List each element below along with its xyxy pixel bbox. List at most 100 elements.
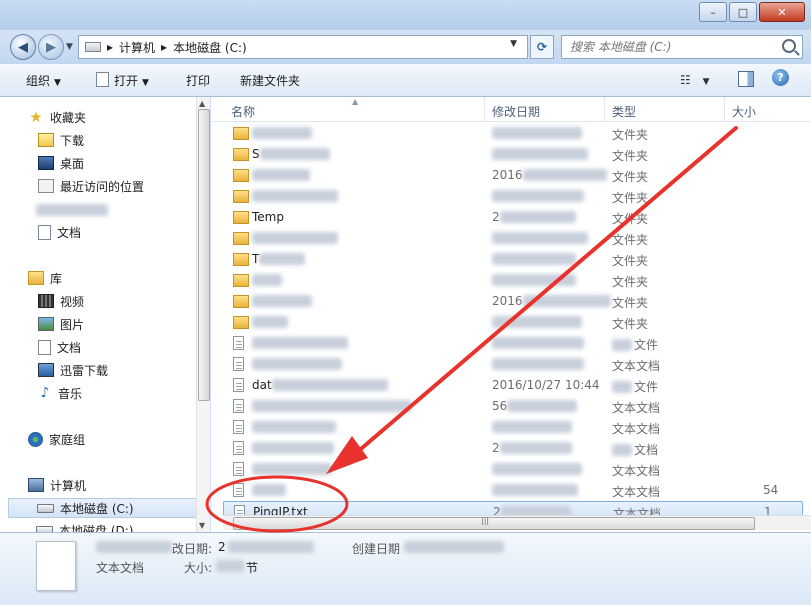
redacted-text — [271, 379, 388, 391]
file-type-text: 文件夹 — [612, 212, 649, 226]
breadcrumb-local-disk-c[interactable]: 本地磁盘 (C:) — [173, 39, 247, 56]
file-date: 2016 — [492, 168, 607, 182]
maximize-button[interactable]: □ — [729, 2, 757, 22]
text-file-icon — [233, 399, 244, 413]
file-name — [252, 315, 292, 329]
file-date-text: 2 — [492, 210, 500, 224]
file-date — [492, 315, 582, 329]
redacted-text — [252, 421, 336, 433]
horizontal-scrollbar[interactable]: ||| — [223, 515, 811, 530]
file-row[interactable]: 文本文档 — [223, 354, 803, 375]
file-row[interactable]: 文件夹 — [223, 228, 803, 249]
back-arrow-icon: ◀ — [18, 39, 28, 55]
column-header-size[interactable]: 大小 — [732, 103, 756, 120]
file-date: 2016/10/27 10:44 — [492, 378, 600, 392]
breadcrumb-computer[interactable]: 计算机 — [119, 39, 155, 56]
redacted-text — [259, 148, 330, 160]
redacted-text — [252, 442, 334, 454]
file-row[interactable]: 文本文档 — [223, 417, 803, 438]
scrollbar-thumb[interactable] — [233, 517, 755, 530]
file-row[interactable]: dat 2016/10/27 10:44 文件 — [223, 375, 803, 396]
drive-icon — [85, 42, 101, 52]
scrollbar-thumb[interactable] — [198, 109, 210, 401]
redacted-text — [252, 295, 312, 307]
nav-libraries[interactable]: 库 — [28, 268, 222, 288]
address-history-dropdown[interactable]: ▼ — [510, 39, 517, 49]
file-row[interactable]: Temp 2 文件夹 — [223, 207, 803, 228]
file-row[interactable]: 文件夹 — [223, 186, 803, 207]
view-list-icon: ☷ — [680, 73, 691, 87]
address-bar[interactable]: ▸ 计算机 ▸ 本地磁盘 (C:) ▼ — [78, 35, 528, 59]
change-view-button[interactable]: ☷ ▼ — [680, 73, 710, 87]
help-button[interactable]: ? — [772, 69, 789, 86]
command-bar: 组织 ▼ 打开 ▼ 打印 新建文件夹 ☷ ▼ ? — [0, 64, 811, 97]
nav-label: 迅雷下载 — [60, 363, 109, 378]
column-divider[interactable] — [604, 97, 605, 121]
file-row[interactable]: 56 文本文档 — [223, 396, 803, 417]
file-type-text: 文本文档 — [612, 401, 661, 415]
document-icon — [38, 224, 51, 240]
nav-label: 图片 — [60, 317, 85, 332]
nav-local-disk-c[interactable]: 本地磁盘 (C:) — [8, 498, 202, 518]
nav-label: 最近访问的位置 — [60, 179, 145, 194]
recent-pages-dropdown[interactable]: ▼ — [66, 42, 73, 52]
back-button[interactable]: ◀ — [10, 34, 36, 60]
nav-label: 库 — [50, 271, 63, 286]
navigation-scrollbar[interactable]: ▲ ▼ — [196, 97, 210, 532]
column-header-type[interactable]: 类型 — [612, 103, 636, 120]
organize-label: 组织 — [26, 74, 51, 88]
search-icon[interactable] — [782, 39, 796, 53]
file-name — [252, 336, 352, 350]
file-type: 文件夹 — [612, 294, 648, 311]
scroll-down-icon[interactable]: ▼ — [199, 521, 205, 530]
open-button[interactable]: 打开 ▼ — [96, 72, 149, 89]
column-divider[interactable] — [724, 97, 725, 121]
organize-button[interactable]: 组织 ▼ — [26, 72, 61, 89]
download-icon — [38, 363, 54, 377]
file-row[interactable]: 文本文档 54 — [223, 480, 803, 501]
modified-date-label: 改日期: — [172, 542, 213, 556]
preview-pane-button[interactable] — [738, 71, 754, 87]
redacted-text — [612, 381, 632, 393]
file-date — [492, 420, 572, 434]
refresh-button[interactable]: ⟳ — [530, 35, 554, 59]
file-row[interactable]: S 文件夹 — [223, 144, 803, 165]
search-input[interactable] — [568, 39, 777, 55]
search-box[interactable] — [561, 35, 803, 59]
file-type: 文本文档 — [612, 483, 660, 500]
file-row[interactable]: 2016 文件夹 — [223, 291, 803, 312]
folder-icon — [233, 232, 249, 245]
file-date — [492, 336, 584, 350]
file-row[interactable]: 2 文档 — [223, 438, 803, 459]
print-button[interactable]: 打印 — [186, 72, 210, 89]
redacted-date — [228, 541, 314, 553]
file-row[interactable]: 2016 文件夹 — [223, 165, 803, 186]
nav-computer[interactable]: 计算机 — [28, 475, 222, 495]
file-row[interactable]: T 文件夹 — [223, 249, 803, 270]
file-row[interactable]: 文件夹 — [223, 270, 803, 291]
nav-label: 收藏夹 — [50, 110, 87, 125]
scroll-up-icon[interactable]: ▲ — [199, 99, 205, 108]
file-type-text: 文件 — [634, 338, 659, 352]
file-type-text: 文件夹 — [612, 317, 649, 331]
column-divider[interactable] — [484, 97, 485, 121]
file-preview-icon — [36, 541, 76, 591]
file-row[interactable]: 文本文档 — [223, 459, 803, 480]
file-type-text: 文件夹 — [612, 254, 649, 268]
file-list-pane: ▲ 名称 修改日期 类型 大小 文件夹 S 文件夹 2016 文件夹 文件夹 Temp 2 文件… — [211, 97, 811, 532]
forward-button[interactable]: ▶ — [38, 34, 64, 60]
column-header-row: ▲ 名称 修改日期 类型 大小 — [211, 97, 811, 122]
redacted-text — [499, 211, 576, 223]
redacted-text — [492, 316, 582, 328]
column-header-date[interactable]: 修改日期 — [492, 103, 540, 120]
file-row[interactable]: 文件夹 — [223, 123, 803, 144]
file-row[interactable]: 文件夹 — [223, 312, 803, 333]
nav-homegroup[interactable]: 家庭组 — [28, 429, 222, 449]
nav-favorites[interactable]: ★ 收藏夹 — [28, 107, 222, 127]
file-row[interactable]: 文件 — [223, 333, 803, 354]
chevron-down-icon: ▼ — [142, 78, 149, 88]
close-button[interactable]: ✕ — [759, 2, 805, 22]
new-folder-button[interactable]: 新建文件夹 — [240, 72, 300, 89]
column-header-name[interactable]: 名称 — [231, 103, 255, 120]
minimize-button[interactable]: – — [699, 2, 727, 22]
